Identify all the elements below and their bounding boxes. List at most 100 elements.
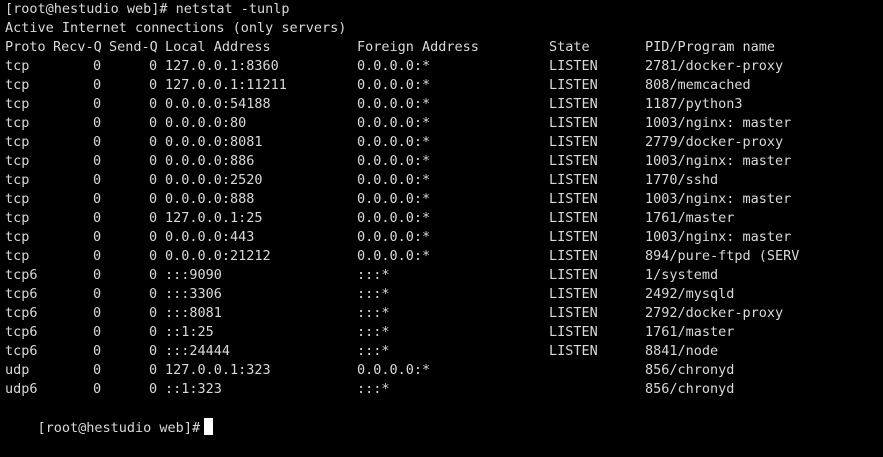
- cell-state: LISTEN: [549, 134, 598, 150]
- table-row: tcp 0 0 0.0.0.0:886 0.0.0.0:* LISTEN 1003/ngin…: [5, 152, 875, 171]
- table-row: udp6 0 0::1:323:::* 856/chronyd: [5, 380, 875, 399]
- cell-foreign-address: 0.0.0.0:*: [357, 58, 431, 74]
- cell-state: LISTEN: [549, 77, 598, 93]
- cell-recvq: 0: [93, 305, 102, 321]
- cell-local-address: 0.0.0.0:80: [165, 115, 247, 131]
- cell-pid-program: 856/chronyd: [645, 362, 735, 378]
- header-proto: Proto: [5, 39, 46, 55]
- table-row: tcp 0 0 0.0.0.0:54188 0.0.0.0:* LISTEN 1187/py…: [5, 95, 875, 114]
- cell-sendq: 0: [149, 115, 158, 131]
- cell-state: LISTEN: [549, 343, 598, 359]
- output-subtitle: Active Internet connections (only server…: [5, 20, 347, 36]
- cell-sendq: 0: [149, 153, 158, 169]
- cell-recvq: 0: [93, 172, 102, 188]
- header-sendq: Send-Q: [109, 39, 158, 55]
- cell-sendq: 0: [149, 172, 158, 188]
- cell-local-address: 0.0.0.0:2520: [165, 172, 263, 188]
- cell-pid-program: 1003/nginx: master: [645, 153, 792, 169]
- cell-local-address: 127.0.0.1:323: [165, 362, 271, 378]
- terminal-window[interactable]: [root@hestudio web]# netstat -tunlp Acti…: [0, 0, 883, 436]
- cell-proto: tcp6: [5, 343, 38, 359]
- cell-recvq: 0: [93, 324, 102, 340]
- cell-sendq: 0: [149, 96, 158, 112]
- cell-recvq: 0: [93, 286, 102, 302]
- cell-pid-program: 2492/mysqld: [645, 286, 735, 302]
- cell-sendq: 0: [149, 362, 158, 378]
- cell-local-address: ::1:323: [165, 381, 222, 397]
- cell-local-address: ::1:25: [165, 324, 214, 340]
- cell-foreign-address: 0.0.0.0:*: [357, 362, 431, 378]
- table-row: tcp 0 0 0.0.0.0:443 0.0.0.0:* LISTEN 1003/ngin…: [5, 228, 875, 247]
- table-row: tcp 0 0 127.0.0.1:25 0.0.0.0:* LISTEN 1761/mas…: [5, 209, 875, 228]
- cell-state: LISTEN: [549, 248, 598, 264]
- cell-local-address: :::3306: [165, 286, 222, 302]
- cell-pid-program: 1/systemd: [645, 267, 719, 283]
- cell-pid-program: 2781/docker-proxy: [645, 58, 784, 74]
- cell-foreign-address: 0.0.0.0:*: [357, 96, 431, 112]
- cell-sendq: 0: [149, 267, 158, 283]
- cell-recvq: 0: [93, 229, 102, 245]
- cell-pid-program: 1770/sshd: [645, 172, 719, 188]
- cell-local-address: :::8081: [165, 305, 222, 321]
- cell-proto: tcp: [5, 248, 30, 264]
- cell-state: LISTEN: [549, 191, 598, 207]
- table-row: tcp 0 0 0.0.0.0:8081 0.0.0.0:* LISTEN 2779/doc…: [5, 133, 875, 152]
- cell-recvq: 0: [93, 58, 102, 74]
- prompt-line[interactable]: [root@hestudio web]#: [5, 399, 214, 436]
- cell-pid-program: 1003/nginx: master: [645, 115, 792, 131]
- cell-state: LISTEN: [549, 172, 598, 188]
- cell-pid-program: 1761/master: [645, 324, 735, 340]
- cell-recvq: 0: [93, 210, 102, 226]
- cell-local-address: 127.0.0.1:25: [165, 210, 263, 226]
- cell-recvq: 0: [93, 96, 102, 112]
- cell-local-address: 127.0.0.1:11211: [165, 77, 287, 93]
- cell-sendq: 0: [149, 229, 158, 245]
- cell-proto: tcp: [5, 77, 30, 93]
- cell-pid-program: 1003/nginx: master: [645, 229, 792, 245]
- cell-proto: tcp6: [5, 305, 38, 321]
- cell-foreign-address: :::*: [357, 343, 390, 359]
- cell-sendq: 0: [149, 58, 158, 74]
- cell-recvq: 0: [93, 248, 102, 264]
- cell-local-address: 127.0.0.1:8360: [165, 58, 279, 74]
- cell-proto: udp: [5, 362, 30, 378]
- cell-recvq: 0: [93, 343, 102, 359]
- cell-state: LISTEN: [549, 58, 598, 74]
- cell-proto: tcp6: [5, 286, 38, 302]
- cell-sendq: 0: [149, 134, 158, 150]
- cell-foreign-address: 0.0.0.0:*: [357, 191, 431, 207]
- cell-local-address: 0.0.0.0:443: [165, 229, 255, 245]
- cell-state: LISTEN: [549, 305, 598, 321]
- cell-sendq: 0: [149, 191, 158, 207]
- cell-pid-program: 856/chronyd: [645, 381, 735, 397]
- cell-state: LISTEN: [549, 324, 598, 340]
- cell-recvq: 0: [93, 77, 102, 93]
- cell-state: LISTEN: [549, 96, 598, 112]
- cell-sendq: 0: [149, 343, 158, 359]
- cell-foreign-address: 0.0.0.0:*: [357, 134, 431, 150]
- table-row: udp 0 0 127.0.0.1:323 0.0.0.0:* 856/chronyd: [5, 361, 875, 380]
- cell-sendq: 0: [149, 286, 158, 302]
- cell-pid-program: 1003/nginx: master: [645, 191, 792, 207]
- cell-pid-program: 808/memcached: [645, 77, 751, 93]
- cell-proto: tcp: [5, 153, 30, 169]
- cell-proto: tcp: [5, 191, 30, 207]
- cell-recvq: 0: [93, 362, 102, 378]
- cell-proto: tcp6: [5, 324, 38, 340]
- cell-local-address: 0.0.0.0:21212: [165, 248, 271, 264]
- header-local-address: Local Address: [165, 39, 271, 55]
- cell-proto: tcp: [5, 58, 30, 74]
- cell-foreign-address: 0.0.0.0:*: [357, 229, 431, 245]
- shell-prompt: [root@hestudio web]#: [37, 420, 201, 436]
- table-row: tcp 0 0 0.0.0.0:888 0.0.0.0:* LISTEN 1003/ngin…: [5, 190, 875, 209]
- cell-local-address: 0.0.0.0:886: [165, 153, 255, 169]
- cell-foreign-address: 0.0.0.0:*: [357, 172, 431, 188]
- cell-recvq: 0: [93, 134, 102, 150]
- cell-recvq: 0: [93, 267, 102, 283]
- cell-foreign-address: :::*: [357, 305, 390, 321]
- cell-pid-program: 2779/docker-proxy: [645, 134, 784, 150]
- table-row: tcp 0 0 0.0.0.0:2520 0.0.0.0:* LISTEN 1770/ssh…: [5, 171, 875, 190]
- table-row: tcp 0 0 0.0.0.0:21212 0.0.0.0:* LISTEN 894/pur…: [5, 247, 875, 266]
- cell-pid-program: 8841/node: [645, 343, 719, 359]
- cell-proto: tcp: [5, 134, 30, 150]
